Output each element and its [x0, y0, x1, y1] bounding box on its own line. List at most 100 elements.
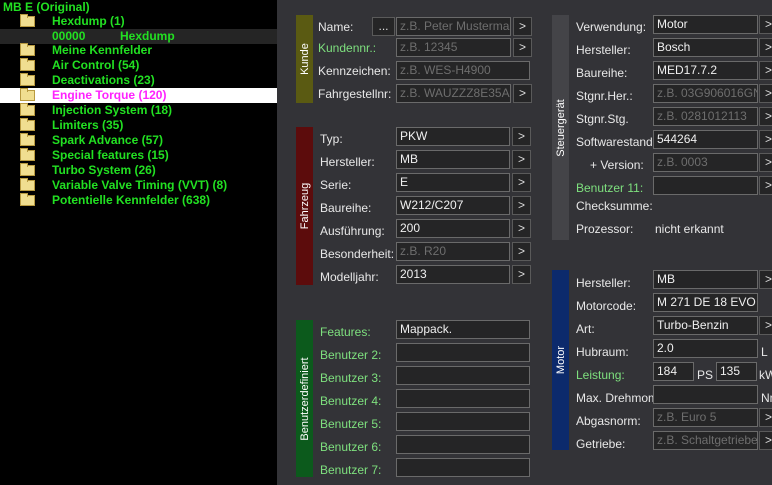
go-button[interactable]: > — [512, 173, 531, 192]
ps-input[interactable]: 184 — [653, 362, 694, 381]
tree-item-hexdump[interactable]: Hexdump (1) — [0, 14, 277, 29]
go-button[interactable]: > — [759, 84, 772, 103]
field-input[interactable] — [653, 176, 758, 195]
folder-icon — [20, 133, 35, 146]
field-input[interactable]: z.B. Schaltgetriebe — [653, 431, 758, 450]
field-input[interactable]: MB — [396, 150, 510, 169]
go-button[interactable]: > — [759, 61, 772, 80]
field-label: Ausführung: — [320, 224, 385, 238]
tree-folder[interactable]: Potentielle Kennfelder (638) — [0, 193, 277, 208]
tree-folder[interactable]: Meine Kennfelder — [0, 43, 277, 58]
go-button[interactable]: > — [759, 431, 772, 450]
tree-folder[interactable]: Deactivations (23) — [0, 73, 277, 88]
field-input[interactable] — [653, 385, 758, 404]
field-input[interactable] — [396, 412, 530, 431]
tree-folder[interactable]: Special features (15) — [0, 148, 277, 163]
field-input[interactable]: 2013 — [396, 265, 510, 284]
tree-folder[interactable]: Air Control (54) — [0, 58, 277, 73]
go-button[interactable]: > — [759, 176, 772, 195]
go-button[interactable]: > — [759, 153, 772, 172]
field-input[interactable]: Bosch — [653, 38, 758, 57]
tree-folder[interactable]: Spark Advance (57) — [0, 133, 277, 148]
field-input[interactable]: z.B. Euro 5 — [653, 408, 758, 427]
field-input[interactable] — [396, 366, 530, 385]
field-input[interactable]: 2.0 — [653, 339, 758, 358]
section-band-fahrzeug: Fahrzeug — [296, 127, 313, 285]
go-button[interactable]: > — [759, 316, 772, 335]
browse-button[interactable]: ... — [372, 17, 395, 36]
field-input[interactable]: Motor — [653, 15, 758, 34]
field-label: Stgnr.Her.: — [576, 89, 633, 103]
field-label: Getriebe: — [576, 437, 626, 451]
go-button[interactable]: > — [512, 265, 531, 284]
tree-item-hexdump-entry[interactable]: 00000 Hexdump — [0, 29, 277, 44]
tree-folder[interactable]: Limiters (35) — [0, 118, 277, 133]
field-input[interactable]: z.B. 0003 — [653, 153, 758, 172]
field-input[interactable]: z.B. WAUZZZ8E35A235 — [396, 84, 511, 103]
field-label: Benutzer 11: — [576, 181, 644, 195]
field-input[interactable]: Turbo-Benzin — [653, 316, 758, 335]
field-input[interactable]: z.B. 03G906016GN — [653, 84, 758, 103]
go-button[interactable]: > — [759, 270, 772, 289]
go-button[interactable]: > — [512, 150, 531, 169]
field-label: Benutzer 3: — [320, 371, 382, 385]
folder-icon — [20, 103, 35, 116]
field-input[interactable]: z.B. Peter Mustermann — [396, 17, 511, 36]
folder-icon — [20, 148, 35, 161]
field-label: Art: — [576, 322, 595, 336]
go-button[interactable]: > — [512, 219, 531, 238]
field-input[interactable]: MED17.7.2 — [653, 61, 758, 80]
folder-icon — [20, 43, 35, 56]
go-button[interactable]: > — [512, 196, 531, 215]
field-label: Leistung: — [576, 368, 625, 382]
field-input[interactable]: 544264 — [653, 130, 758, 149]
field-label: Stgnr.Stg. — [576, 112, 629, 126]
field-input[interactable]: W212/C207 — [396, 196, 510, 215]
go-button[interactable]: > — [759, 15, 772, 34]
tree-folder[interactable]: Engine Torque (120) — [0, 88, 277, 103]
field-input[interactable]: z.B. R20 — [396, 242, 510, 261]
field-input[interactable] — [396, 343, 530, 362]
folder-icon — [20, 73, 35, 86]
field-label: Verwendung: — [576, 20, 647, 34]
field-label: Typ: — [320, 132, 343, 146]
go-button[interactable]: > — [759, 130, 772, 149]
folder-icon — [20, 178, 35, 191]
field-input[interactable]: MB — [653, 270, 758, 289]
tree-folder[interactable]: Variable Valve Timing (VVT) (8) — [0, 178, 277, 193]
field-input[interactable]: 200 — [396, 219, 510, 238]
field-input[interactable]: M 271 DE 18 EVO — [653, 293, 758, 312]
field-label: Benutzer 6: — [320, 440, 382, 454]
field-input[interactable]: z.B. 0281012113 — [653, 107, 758, 126]
go-button[interactable]: > — [513, 84, 532, 103]
section-title: Motor — [554, 345, 567, 375]
processor-value: nicht erkannt — [655, 222, 724, 236]
tree-root[interactable]: MB E (Original) — [0, 0, 277, 15]
field-label: Max. Drehmom. — [576, 391, 662, 405]
tree-folder[interactable]: Injection System (18) — [0, 103, 277, 118]
field-label: Baureihe: — [320, 201, 372, 215]
field-label: Hubraum: — [576, 345, 629, 359]
field-input[interactable] — [396, 389, 530, 408]
field-input[interactable] — [396, 458, 530, 477]
kw-input[interactable]: 135 — [716, 362, 757, 381]
go-button[interactable]: > — [512, 242, 531, 261]
map-tree[interactable]: MB E (Original) Hexdump (1) 00000 Hexdump… — [0, 0, 277, 485]
go-button[interactable]: > — [512, 127, 531, 146]
field-input[interactable]: z.B. 12345 — [396, 38, 511, 57]
go-button[interactable]: > — [759, 38, 772, 57]
go-button[interactable]: > — [513, 38, 532, 57]
field-label: Abgasnorm: — [576, 414, 641, 428]
field-input[interactable]: z.B. WES-H4900 — [396, 61, 530, 80]
field-input[interactable]: PKW — [396, 127, 510, 146]
section-title: Kunde — [298, 43, 311, 75]
go-button[interactable]: > — [759, 408, 772, 427]
go-button[interactable]: > — [759, 107, 772, 126]
field-input[interactable] — [396, 435, 530, 454]
section-title: Fahrzeug — [298, 182, 311, 230]
go-button[interactable]: > — [513, 17, 532, 36]
field-input[interactable]: Mappack. — [396, 320, 530, 339]
field-input[interactable]: E — [396, 173, 510, 192]
tree-folder[interactable]: Turbo System (26) — [0, 163, 277, 178]
section-title: Benutzerdefiniert — [298, 356, 311, 441]
